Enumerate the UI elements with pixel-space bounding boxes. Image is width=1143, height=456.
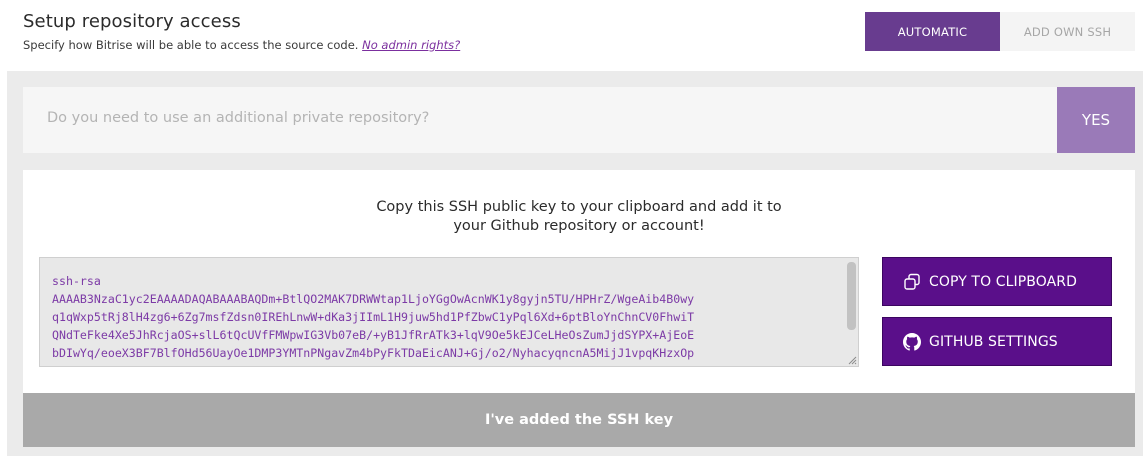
ssh-instruction-line-2: your Github repository or account!: [453, 218, 705, 234]
page-title: Setup repository access: [23, 11, 241, 32]
github-settings-button[interactable]: GITHUB SETTINGS: [882, 317, 1112, 366]
ssh-instruction-line-1: Copy this SSH public key to your clipboa…: [376, 199, 782, 215]
left-edge: [0, 0, 7, 456]
ssh-instruction: Copy this SSH public key to your clipboa…: [23, 198, 1135, 236]
automatic-tab[interactable]: AUTOMATIC: [865, 12, 1000, 51]
private-repo-question: Do you need to use an additional private…: [23, 87, 1057, 153]
ssh-key-panel: Copy this SSH public key to your clipboa…: [23, 170, 1135, 393]
ssh-key-text[interactable]: ssh-rsa AAAAB3NzaC1yc2EAAAADAQABAAABAQDm…: [52, 272, 842, 362]
github-icon: [903, 332, 921, 351]
ssh-key-textarea[interactable]: ssh-rsa AAAAB3NzaC1yc2EAAAADAQABAAABAQDm…: [39, 257, 859, 367]
page-subtitle: Specify how Bitrise will be able to acce…: [23, 38, 460, 52]
access-mode-toggle: AUTOMATIC ADD OWN SSH: [865, 12, 1135, 51]
added-ssh-key-button[interactable]: I've added the SSH key: [23, 393, 1135, 447]
subtitle-text: Specify how Bitrise will be able to acce…: [23, 38, 359, 52]
setup-header: Setup repository access Specify how Bitr…: [7, 0, 1143, 71]
private-repo-question-text: Do you need to use an additional private…: [47, 110, 430, 126]
copy-icon: [904, 273, 920, 290]
yes-button[interactable]: YES: [1057, 87, 1135, 153]
resize-grip-icon[interactable]: [847, 355, 857, 365]
no-admin-rights-link[interactable]: No admin rights?: [362, 38, 460, 52]
add-own-ssh-tab[interactable]: ADD OWN SSH: [1000, 12, 1135, 51]
copy-to-clipboard-button[interactable]: COPY TO CLIPBOARD: [882, 257, 1112, 306]
copy-to-clipboard-label: COPY TO CLIPBOARD: [929, 273, 1078, 290]
github-settings-label: GITHUB SETTINGS: [929, 333, 1058, 350]
ssh-key-scrollbar[interactable]: [847, 262, 856, 330]
